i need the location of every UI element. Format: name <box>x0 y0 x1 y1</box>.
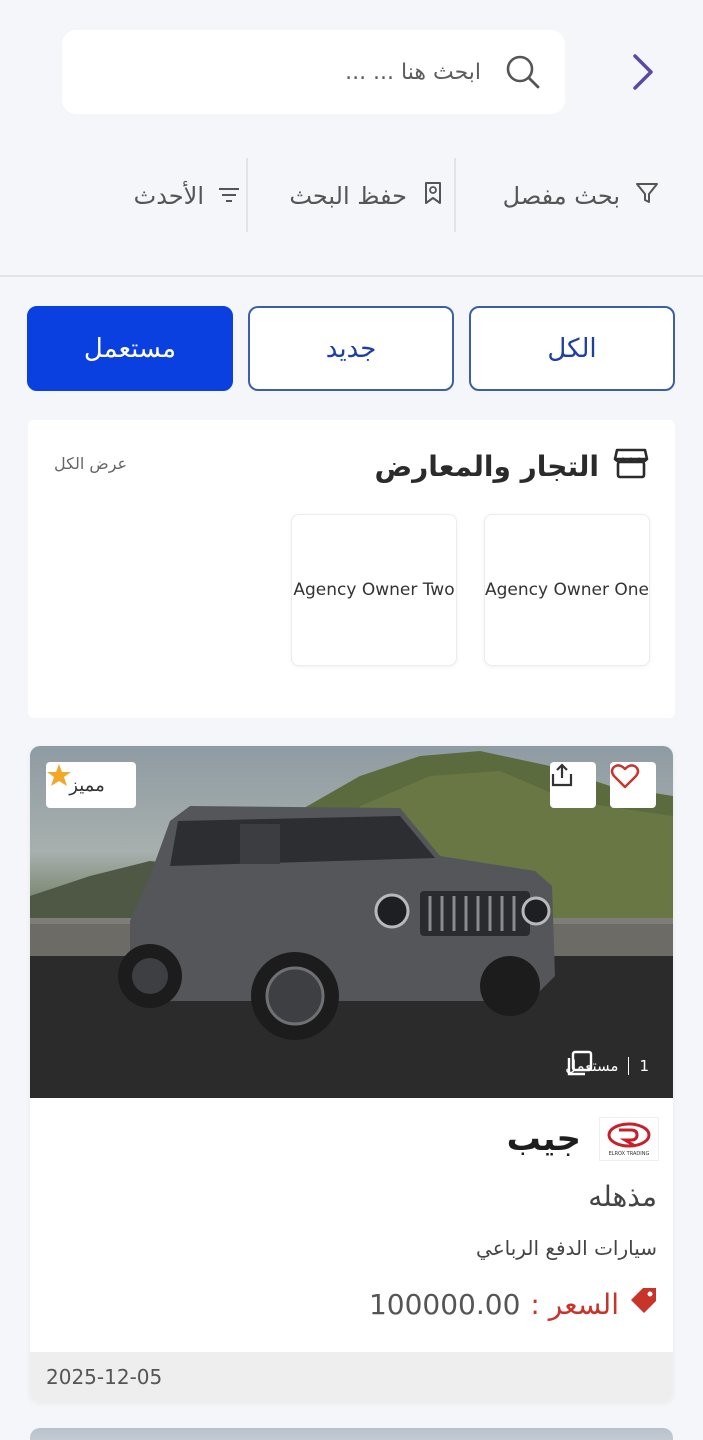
dealer-card[interactable]: Agency Owner One <box>484 514 650 666</box>
price-row: السعر : 100000.00 <box>369 1282 659 1326</box>
listing-info: ELROX TRADING جيب مذهله سيارات الدفع الر… <box>30 1098 673 1352</box>
save-search-button[interactable]: حفظ البحث <box>265 156 445 236</box>
dealers-title: التجار والمعارض <box>374 449 600 483</box>
toolbar-divider <box>454 158 456 232</box>
featured-badge: مميز <box>46 762 136 808</box>
car-category: سيارات الدفع الرباعي <box>476 1236 657 1260</box>
featured-label: مميز <box>69 774 105 796</box>
car-variant: مذهله <box>588 1180 657 1213</box>
search-input[interactable]: ابحث هنا ... ... <box>62 30 565 114</box>
save-search-label: حفظ البحث <box>289 182 407 210</box>
photo-meta: 1 مستعمل <box>565 1050 659 1082</box>
advanced-search-button[interactable]: بحث مفصل <box>470 156 660 236</box>
price-label: السعر : <box>530 1287 619 1321</box>
search-icon[interactable] <box>503 52 543 92</box>
car-title: جيب <box>506 1119 581 1159</box>
sort-lines-icon <box>218 182 240 210</box>
filter-funnel-icon <box>634 180 660 212</box>
sort-label: الأحدث <box>133 182 204 210</box>
brand-logo: ELROX TRADING <box>599 1117 659 1161</box>
filter-toolbar: بحث مفصل حفظ البحث الأحدث <box>0 156 703 236</box>
tab-all[interactable]: الكل <box>469 306 675 391</box>
dealers-heading: التجار والمعارض <box>375 446 650 486</box>
brand-row: ELROX TRADING جيب <box>507 1114 659 1164</box>
favorite-heart-icon[interactable] <box>610 762 656 808</box>
store-icon <box>613 446 649 487</box>
listing-date: 2025-12-05 <box>30 1352 673 1402</box>
dealers-section: التجار والمعارض عرض الكل Agency Owner On… <box>28 420 675 718</box>
dealer-card[interactable]: Agency Owner Two <box>291 514 457 666</box>
toolbar-divider <box>246 158 248 232</box>
tab-used[interactable]: مستعمل <box>27 306 233 391</box>
view-all-link[interactable]: عرض الكل <box>54 454 127 473</box>
share-icon[interactable] <box>550 762 596 808</box>
car-photo[interactable]: مميز 1 مستعمل <box>30 746 673 1098</box>
photo-count: 1 <box>639 1057 649 1075</box>
back-chevron-icon[interactable] <box>622 52 662 92</box>
bookmark-search-icon <box>421 180 445 212</box>
section-divider <box>0 275 703 277</box>
sort-button[interactable]: الأحدث <box>80 156 240 236</box>
car-listing-card[interactable]: مميز 1 مستعمل ELROX TRADING جيب مذهله سي… <box>30 746 673 1402</box>
price-tag-icon <box>629 1286 659 1323</box>
advanced-search-label: بحث مفصل <box>502 182 620 210</box>
brand-logo-text: ELROX TRADING <box>609 1151 650 1157</box>
price-value: 100000.00 <box>368 1287 521 1321</box>
meta-separator <box>628 1057 630 1075</box>
tab-new[interactable]: جديد <box>248 306 454 391</box>
next-listing-card[interactable] <box>30 1428 673 1440</box>
search-placeholder: ابحث هنا ... ... <box>345 59 481 85</box>
